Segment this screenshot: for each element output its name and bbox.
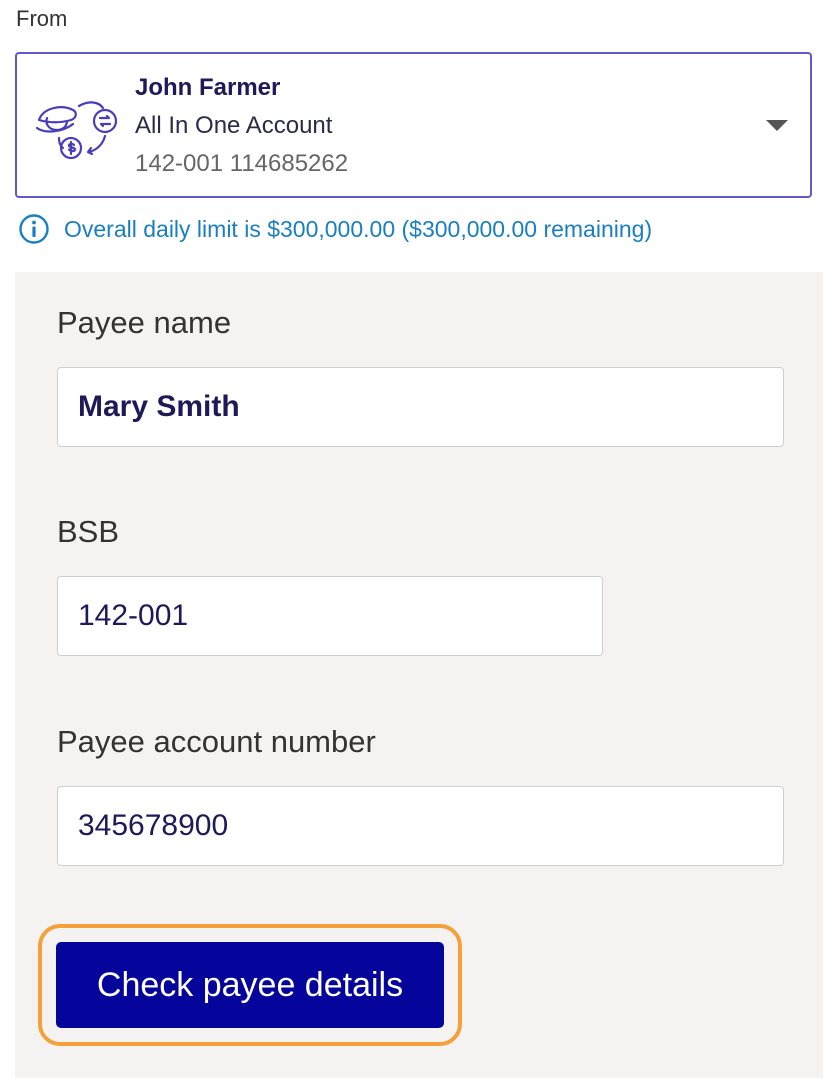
bsb-input[interactable] xyxy=(57,576,603,656)
payee-form: Payee name BSB Payee account number Chec… xyxy=(15,272,823,1078)
payee-name-input[interactable] xyxy=(57,367,784,447)
daily-limit-info: Overall daily limit is $300,000.00 ($300… xyxy=(18,212,652,246)
payee-name-label: Payee name xyxy=(57,305,232,340)
account-number: 142-001 114685262 xyxy=(135,150,349,177)
bsb-label: BSB xyxy=(57,514,120,549)
payee-account-number-input[interactable] xyxy=(57,786,784,866)
payee-account-number-label: Payee account number xyxy=(57,724,376,759)
account-holder-name: John Farmer xyxy=(135,74,281,101)
daily-limit-text: Overall daily limit is $300,000.00 ($300… xyxy=(64,215,653,242)
account-transfer-icon xyxy=(35,101,118,160)
from-label: From xyxy=(16,6,68,31)
from-account-selector[interactable]: John Farmer All In One Account 142-001 1… xyxy=(15,52,812,198)
account-type: All In One Account xyxy=(135,112,333,139)
info-icon[interactable] xyxy=(18,213,50,245)
check-payee-details-button[interactable]: Check payee details xyxy=(56,942,444,1028)
chevron-down-icon[interactable] xyxy=(766,120,788,131)
